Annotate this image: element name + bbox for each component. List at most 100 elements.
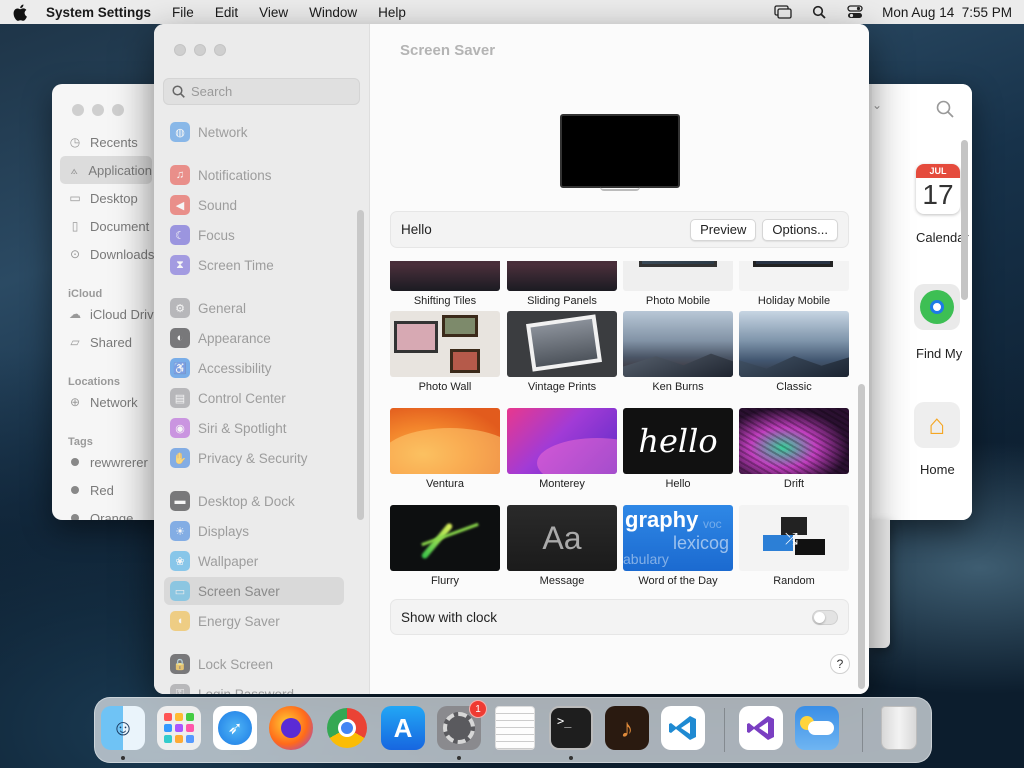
- sidebar-item-network[interactable]: ◍ Network: [164, 118, 344, 146]
- sidebar-item-siri-spotlight[interactable]: ◉ Siri & Spotlight: [164, 414, 344, 442]
- finder-sidebar-desktop[interactable]: ▭ Desktop: [52, 184, 160, 212]
- dock-textedit-button[interactable]: [493, 706, 537, 750]
- screen-saver-tile-hello[interactable]: hello Hello: [623, 408, 733, 490]
- globe-icon: ⊕: [69, 395, 81, 409]
- screen-mirroring-icon[interactable]: [774, 5, 792, 19]
- sidebar-item-desktop-dock[interactable]: ▬ Desktop & Dock: [164, 487, 344, 515]
- menu-view[interactable]: View: [259, 5, 288, 20]
- chevron-down-icon[interactable]: ⌄: [872, 98, 882, 112]
- finder-sidebar-applications[interactable]: ⟑ Application: [60, 156, 152, 184]
- show-with-clock-toggle[interactable]: [812, 609, 838, 625]
- finder-tag-item[interactable]: rewwrerer: [52, 448, 160, 476]
- finder-sidebar-recents[interactable]: ◷ Recents: [52, 128, 160, 156]
- dock-weather-button[interactable]: [795, 706, 839, 750]
- sidebar-item-focus[interactable]: ☾ Focus: [164, 221, 344, 249]
- finder-app-calendar[interactable]: JUL 17: [916, 164, 960, 214]
- sidebar-item-login-password[interactable]: ⚿ Login Password: [164, 680, 344, 694]
- dock-app-store-button[interactable]: A: [381, 706, 425, 750]
- screen-saver-tile-photo-mobile[interactable]: Photo Mobile: [623, 261, 733, 307]
- sidebar-item-appearance[interactable]: ◐ Appearance: [164, 324, 344, 352]
- screen-saver-tile-classic[interactable]: Classic: [739, 311, 849, 393]
- dock-launchpad-button[interactable]: [157, 706, 201, 750]
- show-with-clock-row: Show with clock: [390, 599, 849, 635]
- screen-saver-tile-random[interactable]: ⤮ Random: [739, 505, 849, 587]
- screen-saver-tile-ken-burns[interactable]: Ken Burns: [623, 311, 733, 393]
- sidebar-item-accessibility[interactable]: ♿ Accessibility: [164, 354, 344, 382]
- screen-saver-tile-ventura[interactable]: Ventura: [390, 408, 500, 490]
- sidebar-item-screen-time[interactable]: ⧗ Screen Time: [164, 251, 344, 279]
- dock-safari-button[interactable]: ➶: [213, 706, 257, 750]
- finder-sidebar-icloud-drive[interactable]: ☁ iCloud Driv: [52, 300, 160, 328]
- sidebar-item-lock-screen[interactable]: 🔒 Lock Screen: [164, 650, 344, 678]
- dock-vscode-button[interactable]: [661, 706, 705, 750]
- control-center-icon[interactable]: [846, 5, 864, 19]
- menu-help[interactable]: Help: [378, 5, 406, 20]
- sidebar-item-general[interactable]: ⚙ General: [164, 294, 344, 322]
- zoom-button[interactable]: [112, 104, 124, 116]
- dock-chrome-button[interactable]: [325, 706, 369, 750]
- finder-tag-item[interactable]: Orange: [52, 504, 160, 520]
- screen-saver-tile-holiday-mobile[interactable]: Holiday Mobile: [739, 261, 849, 307]
- sidebar-item-wallpaper[interactable]: ❀ Wallpaper: [164, 547, 344, 575]
- finder-sidebar-shared[interactable]: ▱ Shared: [52, 328, 160, 356]
- minimize-button[interactable]: [92, 104, 104, 116]
- sidebar-item-control-center[interactable]: ▤ Control Center: [164, 384, 344, 412]
- screen-saver-tile-flurry[interactable]: Flurry: [390, 505, 500, 587]
- sidebar-item-sound[interactable]: ◀ Sound: [164, 191, 344, 219]
- menu-file[interactable]: File: [172, 5, 194, 20]
- dock-settings-button[interactable]: 1: [437, 700, 487, 750]
- options-button[interactable]: Options...: [762, 218, 838, 241]
- screen-saver-tile-vintage-prints[interactable]: Vintage Prints: [507, 311, 617, 393]
- sidebar-item-label: Privacy & Security: [198, 450, 308, 466]
- dock-terminal-button[interactable]: >_: [549, 706, 593, 750]
- finder-scrollbar[interactable]: [961, 140, 968, 300]
- zoom-button[interactable]: [214, 44, 226, 56]
- preview-button[interactable]: Preview: [690, 218, 757, 241]
- dock-visual-studio-button[interactable]: [739, 706, 783, 750]
- spotlight-search-icon[interactable]: [810, 5, 828, 19]
- screen-saver-tile-shifting-tiles[interactable]: Shifting Tiles: [390, 261, 500, 307]
- close-button[interactable]: [174, 44, 186, 56]
- dock-finder-button[interactable]: ☺: [101, 706, 145, 750]
- sidebar-item-energy-saver[interactable]: ◖ Energy Saver: [164, 607, 344, 635]
- sidebar-scrollbar[interactable]: [357, 210, 364, 520]
- finder-tag-item[interactable]: Red: [52, 476, 160, 504]
- sidebar-item-notifications[interactable]: ♫ Notifications: [164, 161, 344, 189]
- finder-sidebar-network[interactable]: ⊕ Network: [52, 388, 160, 416]
- screen-saver-tile-word-of-the-day[interactable]: graphy voc lexicog abulary Word of the Day: [623, 505, 733, 587]
- finder-app-home[interactable]: ⌂: [914, 402, 960, 448]
- menu-clock[interactable]: Mon Aug 14 7:55 PM: [882, 5, 1012, 20]
- close-button[interactable]: [72, 104, 84, 116]
- help-button[interactable]: ?: [830, 654, 850, 674]
- show-with-clock-label: Show with clock: [401, 609, 498, 625]
- settings-traffic-lights: [174, 44, 226, 56]
- dock-trash-button[interactable]: [877, 706, 921, 750]
- screen-saver-label: Drift: [783, 478, 805, 490]
- sidebar-item-privacy-security[interactable]: ✋ Privacy & Security: [164, 444, 344, 472]
- screen-saver-tile-message[interactable]: Aa Message: [507, 505, 617, 587]
- dock-garageband-button[interactable]: ♪: [605, 706, 649, 750]
- minimize-button[interactable]: [194, 44, 206, 56]
- menu-window[interactable]: Window: [309, 5, 357, 20]
- screen-saver-tile-sliding-panels[interactable]: Sliding Panels: [507, 261, 617, 307]
- screen-saver-label: Sliding Panels: [527, 295, 597, 307]
- sun-icon: ☀: [170, 521, 190, 541]
- tag-dot-icon: [71, 458, 79, 466]
- apple-menu-icon[interactable]: [12, 3, 28, 21]
- sidebar-item-displays[interactable]: ☀ Displays: [164, 517, 344, 545]
- finder-sidebar-downloads[interactable]: ⊙ Downloads: [52, 240, 160, 268]
- content-scrollbar[interactable]: [858, 384, 865, 689]
- screen-saver-tile-monterey[interactable]: Monterey: [507, 408, 617, 490]
- finder-app-findmy[interactable]: [914, 284, 960, 330]
- sidebar-item-screen-saver[interactable]: ▭ Screen Saver: [164, 577, 344, 605]
- dock-firefox-button[interactable]: [269, 706, 313, 750]
- menu-edit[interactable]: Edit: [215, 5, 238, 20]
- doc-icon: ▯: [71, 219, 79, 233]
- search-input[interactable]: Search: [163, 78, 360, 105]
- finder-sidebar-documents[interactable]: ▯ Document: [52, 212, 160, 240]
- screen-saver-tile-drift[interactable]: Drift: [739, 408, 849, 490]
- menu-app-name[interactable]: System Settings: [46, 5, 151, 20]
- screen-saver-tile-photo-wall[interactable]: Photo Wall: [390, 311, 500, 393]
- search-icon[interactable]: [936, 100, 954, 123]
- screen-saver-label: Ken Burns: [652, 381, 704, 393]
